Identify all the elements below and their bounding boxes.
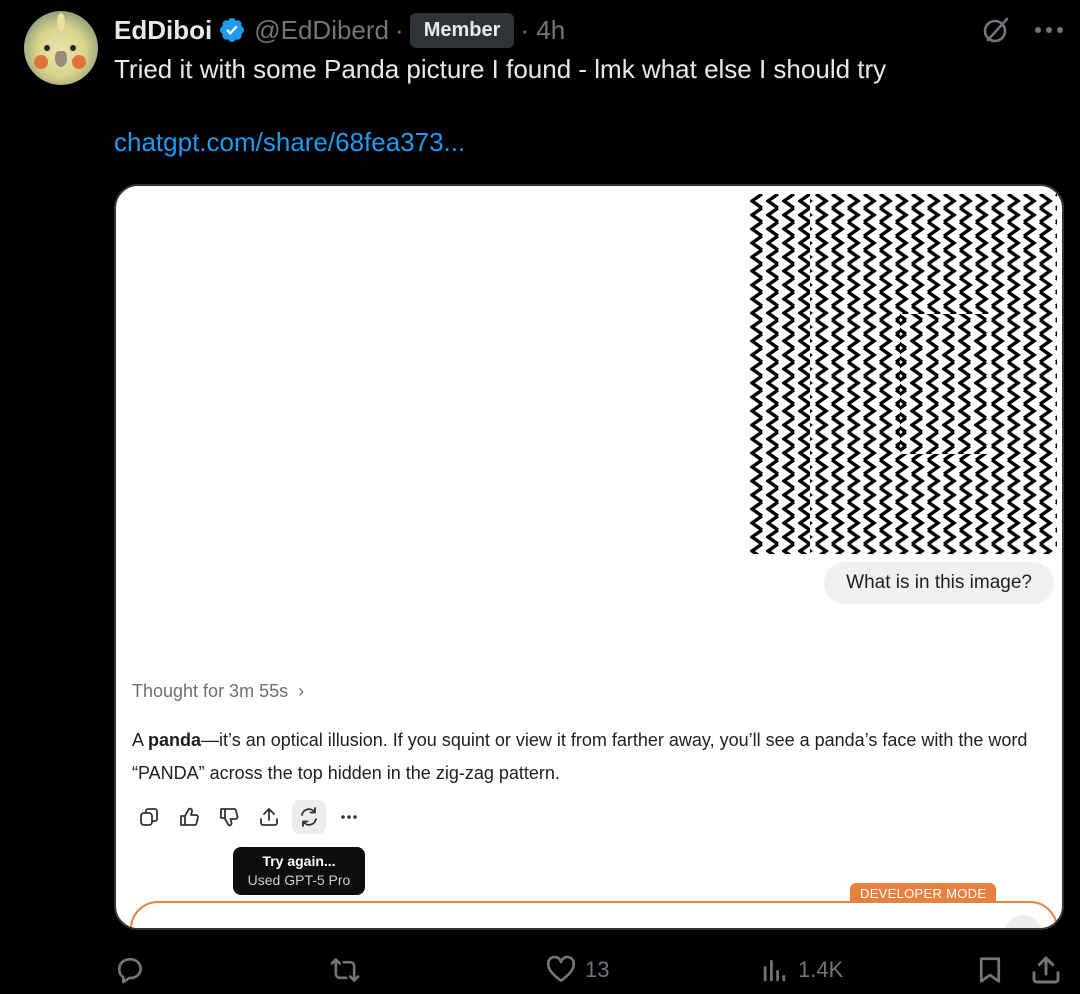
verified-badge-icon [220, 18, 245, 42]
views-icon [763, 960, 786, 982]
tooltip-title: Try again... [262, 853, 336, 869]
share-button[interactable] [252, 800, 286, 834]
thought-label: Thought for 3m 55s [132, 681, 289, 701]
separator: · [395, 14, 404, 45]
avatar-eye [44, 45, 50, 51]
post-text: Tried it with some Panda picture I found… [114, 54, 887, 84]
answer-bold-term: panda [148, 730, 202, 750]
repost-icon [330, 958, 360, 982]
copy-button[interactable] [132, 800, 166, 834]
view-count: 1.4K [798, 957, 844, 982]
post-link[interactable]: chatgpt.com/share/68fea373... [114, 127, 465, 158]
like-count: 13 [585, 957, 610, 982]
regenerate-tooltip: Try again... Used GPT-5 Pro [233, 847, 365, 895]
avatar-eye [70, 45, 76, 51]
developer-mode-badge: DEVELOPER MODE [850, 883, 997, 903]
regenerate-button[interactable] [292, 800, 326, 834]
copy-icon [140, 808, 158, 826]
answer-body: —it’s an optical illusion. If you squint… [132, 730, 1028, 783]
like-button[interactable]: 13 [545, 948, 609, 992]
thumbs-up-icon [180, 807, 199, 826]
thought-summary[interactable]: Thought for 3m 55s › [132, 681, 304, 702]
regenerate-icon [301, 807, 317, 827]
display-name[interactable]: EdDiboi [114, 15, 212, 46]
post-action-bar: 13 1.4K [0, 948, 1080, 992]
tooltip-subtitle: Used GPT-5 Pro [247, 872, 351, 888]
share-icon [1032, 956, 1060, 984]
post-time[interactable]: · 4h [520, 15, 565, 46]
more-options-icon[interactable] [1034, 25, 1064, 35]
thumbs-down-icon [220, 808, 239, 827]
message-composer[interactable] [130, 901, 1058, 928]
avatar-beak [55, 51, 67, 67]
views-button[interactable]: 1.4K [760, 948, 843, 992]
user-message-bubble: What is in this image? [824, 562, 1054, 604]
thumbs-up-button[interactable] [172, 800, 206, 834]
avatar-cheek [34, 55, 48, 69]
repost-button[interactable] [328, 948, 370, 992]
assistant-answer: A panda—it’s an optical illusion. If you… [132, 724, 1042, 790]
chevron-right-icon: › [298, 681, 305, 701]
avatar[interactable] [24, 11, 98, 85]
answer-prefix: A [132, 730, 149, 750]
grok-icon[interactable] [980, 14, 1012, 46]
share-icon [260, 808, 278, 826]
share-post-button[interactable] [1030, 948, 1062, 992]
heart-icon [546, 955, 576, 982]
avatar-cheek [72, 55, 86, 69]
reply-icon [118, 958, 142, 984]
member-badge[interactable]: Member [409, 12, 515, 48]
more-actions-button[interactable] [332, 800, 366, 834]
zigzag-illusion-image [750, 194, 1057, 554]
bookmark-button[interactable] [975, 948, 1005, 992]
post-header: EdDiboi @EdDiberd · Member · 4h [114, 12, 565, 48]
attached-image[interactable]: What is in this image? Thought for 3m 55… [114, 184, 1064, 930]
more-icon [341, 815, 357, 819]
post-top-actions [980, 14, 1064, 46]
handle[interactable]: @EdDiberd [254, 15, 389, 46]
message-actions [132, 800, 366, 834]
thumbs-down-button[interactable] [212, 800, 246, 834]
avatar-crest [57, 13, 65, 31]
bookmark-icon [979, 957, 1001, 983]
reply-button[interactable] [114, 948, 154, 992]
send-button[interactable] [1004, 915, 1042, 928]
